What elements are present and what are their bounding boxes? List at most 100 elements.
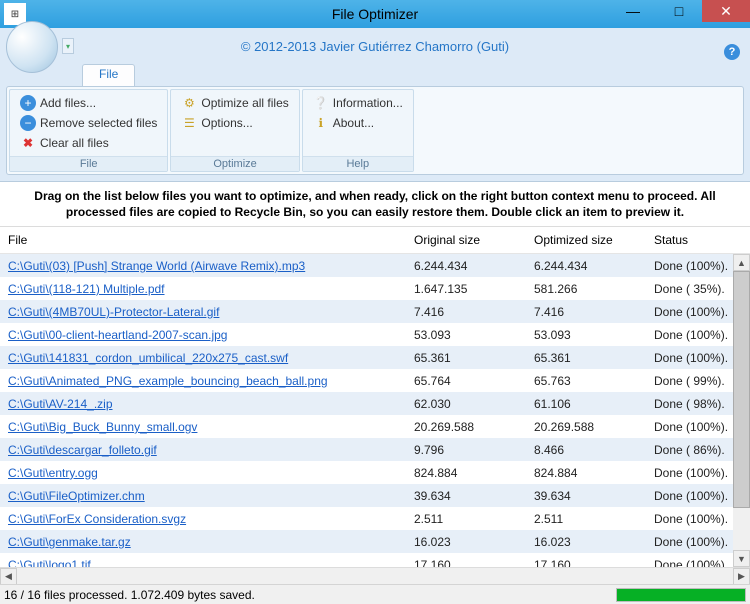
file-link[interactable]: C:\Guti\descargar_folleto.gif xyxy=(0,443,157,457)
scroll-down-icon[interactable]: ▼ xyxy=(733,550,750,567)
original-size: 65.361 xyxy=(406,351,526,365)
options-button[interactable]: ☰Options... xyxy=(179,113,290,133)
progress-bar xyxy=(616,588,746,602)
optimized-size: 2.511 xyxy=(526,512,646,526)
file-link[interactable]: C:\Guti\genmake.tar.gz xyxy=(0,535,131,549)
about-icon: ℹ xyxy=(313,115,329,131)
status-cell: Done (100%). xyxy=(646,420,733,434)
status-cell: Done (100%). xyxy=(646,489,733,503)
table-row[interactable]: C:\Guti\genmake.tar.gz16.02316.023Done (… xyxy=(0,530,733,553)
group-optimize: ⚙Optimize all files ☰Options... Optimize xyxy=(170,89,299,172)
toolbar: +Add files... −Remove selected files ✖Cl… xyxy=(6,86,744,175)
horizontal-scrollbar[interactable]: ◀ ▶ xyxy=(0,567,750,584)
table-row[interactable]: C:\Guti\00-client-heartland-2007-scan.jp… xyxy=(0,323,733,346)
optimized-size: 7.416 xyxy=(526,305,646,319)
about-button[interactable]: ℹAbout... xyxy=(311,113,405,133)
group-help-label: Help xyxy=(303,156,413,171)
original-size: 7.416 xyxy=(406,305,526,319)
table-row[interactable]: C:\Guti\Animated_PNG_example_bouncing_be… xyxy=(0,369,733,392)
file-link[interactable]: C:\Guti\ForEx Consideration.svgz xyxy=(0,512,186,526)
table-row[interactable]: C:\Guti\descargar_folleto.gif9.7968.466D… xyxy=(0,438,733,461)
optimized-size: 581.266 xyxy=(526,282,646,296)
optimized-size: 20.269.588 xyxy=(526,420,646,434)
original-size: 65.764 xyxy=(406,374,526,388)
col-file[interactable]: File xyxy=(0,233,406,247)
original-size: 9.796 xyxy=(406,443,526,457)
table-row[interactable]: C:\Guti\AV-214_.zip 62.03061.106Done ( 98… xyxy=(0,392,733,415)
optimized-size: 824.884 xyxy=(526,466,646,480)
group-file-label: File xyxy=(10,156,167,171)
scroll-right-icon[interactable]: ▶ xyxy=(733,568,750,585)
instructions-text: Drag on the list below files you want to… xyxy=(0,182,750,226)
original-size: 62.030 xyxy=(406,397,526,411)
scroll-up-icon[interactable]: ▲ xyxy=(733,254,750,271)
ribbon: ▾ © 2012-2013 Javier Gutiérrez Chamorro … xyxy=(0,28,750,182)
table-row[interactable]: C:\Guti\(118-121) Multiple.pdf1.647.1355… xyxy=(0,277,733,300)
optimized-size: 39.634 xyxy=(526,489,646,503)
status-text: 16 / 16 files processed. 1.072.409 bytes… xyxy=(4,588,616,602)
col-status[interactable]: Status xyxy=(646,233,750,247)
close-button[interactable]: ✕ xyxy=(702,0,750,22)
grid-body[interactable]: C:\Guti\(03) [Push] Strange World (Airwa… xyxy=(0,254,733,567)
group-optimize-label: Optimize xyxy=(171,156,298,171)
status-cell: Done (100%). xyxy=(646,351,733,365)
scroll-thumb[interactable] xyxy=(733,271,750,508)
maximize-button[interactable]: □ xyxy=(656,0,702,22)
table-row[interactable]: C:\Guti\Big_Buck_Bunny_small.ogv 20.269.5… xyxy=(0,415,733,438)
col-optimized[interactable]: Optimized size xyxy=(526,233,646,247)
col-original[interactable]: Original size xyxy=(406,233,526,247)
table-row[interactable]: C:\Guti\(03) [Push] Strange World (Airwa… xyxy=(0,254,733,277)
remove-files-button[interactable]: −Remove selected files xyxy=(18,113,159,133)
original-size: 2.511 xyxy=(406,512,526,526)
table-row[interactable]: C:\Guti\logo1.tif17.16017.160Done (100%)… xyxy=(0,553,733,567)
options-icon: ☰ xyxy=(181,115,197,131)
table-row[interactable]: C:\Guti\FileOptimizer.chm39.63439.634Don… xyxy=(0,484,733,507)
file-link[interactable]: C:\Guti\00-client-heartland-2007-scan.jp… xyxy=(0,328,227,342)
tab-file[interactable]: File xyxy=(82,64,135,86)
original-size: 39.634 xyxy=(406,489,526,503)
status-cell: Done ( 35%). xyxy=(646,282,733,296)
title-bar: ⊞ File Optimizer — □ ✕ xyxy=(0,0,750,28)
table-row[interactable]: C:\Guti\141831_cordon_umbilical_220x275_… xyxy=(0,346,733,369)
status-cell: Done ( 99%). xyxy=(646,374,733,388)
file-link[interactable]: C:\Guti\141831_cordon_umbilical_220x275_… xyxy=(0,351,288,365)
help-icon[interactable]: ? xyxy=(724,44,740,60)
copyright-text: © 2012-2013 Javier Gutiérrez Chamorro (G… xyxy=(241,39,509,54)
group-help: ❔Information... ℹAbout... Help xyxy=(302,89,414,172)
table-row[interactable]: C:\Guti\(4MB70UL)-Protector-Lateral.gif 7… xyxy=(0,300,733,323)
optimized-size: 65.763 xyxy=(526,374,646,388)
x-icon: ✖ xyxy=(20,135,36,151)
scroll-left-icon[interactable]: ◀ xyxy=(0,568,17,585)
optimized-size: 61.106 xyxy=(526,397,646,411)
add-files-button[interactable]: +Add files... xyxy=(18,93,159,113)
file-link[interactable]: C:\Guti\entry.ogg xyxy=(0,466,98,480)
file-link[interactable]: C:\Guti\Big_Buck_Bunny_small.ogv xyxy=(0,420,197,434)
table-row[interactable]: C:\Guti\entry.ogg824.884824.884Done (100… xyxy=(0,461,733,484)
qat-dropdown-icon[interactable]: ▾ xyxy=(62,38,74,54)
file-link[interactable]: C:\Guti\AV-214_.zip xyxy=(0,397,113,411)
table-row[interactable]: C:\Guti\ForEx Consideration.svgz 2.5112.5… xyxy=(0,507,733,530)
file-link[interactable]: C:\Guti\(03) [Push] Strange World (Airwa… xyxy=(0,259,305,273)
optimized-size: 6.244.434 xyxy=(526,259,646,273)
file-link[interactable]: C:\Guti\(118-121) Multiple.pdf xyxy=(0,282,165,296)
minimize-button[interactable]: — xyxy=(610,0,656,22)
optimize-all-button[interactable]: ⚙Optimize all files xyxy=(179,93,290,113)
info-icon: ❔ xyxy=(313,95,329,111)
information-button[interactable]: ❔Information... xyxy=(311,93,405,113)
status-cell: Done ( 98%). xyxy=(646,397,733,411)
vertical-scrollbar[interactable]: ▲ ▼ xyxy=(733,254,750,567)
app-orb-button[interactable] xyxy=(6,21,58,73)
status-cell: Done (100%). xyxy=(646,558,733,567)
optimized-size: 17.160 xyxy=(526,558,646,567)
file-link[interactable]: C:\Guti\Animated_PNG_example_bouncing_be… xyxy=(0,374,328,388)
plus-icon: + xyxy=(20,95,36,111)
file-link[interactable]: C:\Guti\(4MB70UL)-Protector-Lateral.gif xyxy=(0,305,219,319)
file-grid: File Original size Optimized size Status… xyxy=(0,226,750,567)
file-link[interactable]: C:\Guti\FileOptimizer.chm xyxy=(0,489,145,503)
clear-files-button[interactable]: ✖Clear all files xyxy=(18,133,159,153)
status-cell: Done (100%). xyxy=(646,328,733,342)
file-link[interactable]: C:\Guti\logo1.tif xyxy=(0,558,91,567)
status-bar: 16 / 16 files processed. 1.072.409 bytes… xyxy=(0,584,750,604)
optimized-size: 65.361 xyxy=(526,351,646,365)
original-size: 6.244.434 xyxy=(406,259,526,273)
